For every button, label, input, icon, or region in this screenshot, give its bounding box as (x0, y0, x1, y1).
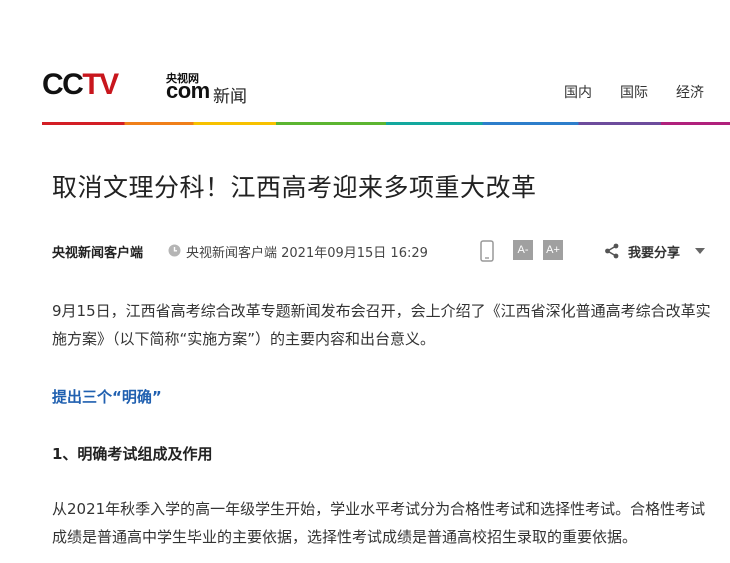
paragraph-intro: 9月15日，江西省高考综合改革专题新闻发布会召开，会上介绍了《江西省深化普通高考… (52, 302, 711, 348)
source-time: 央视新闻客户端 2021年09月15日 16:29 (186, 246, 428, 261)
nav-item-economy[interactable]: 经济 (676, 82, 704, 102)
nav-item-international[interactable]: 国际 (620, 82, 648, 102)
font-larger-button[interactable]: A+ (543, 240, 563, 260)
font-smaller-button[interactable]: A- (513, 240, 533, 260)
top-nav: 国内 国际 经济 军 (564, 82, 730, 102)
chevron-down-icon[interactable] (695, 248, 705, 254)
nav-item-domestic[interactable]: 国内 (564, 82, 592, 102)
logo-news: 新闻 (213, 87, 247, 107)
logo-main: CCTV (42, 68, 119, 101)
clock-icon (168, 244, 181, 257)
section-heading: 1、明确考试组成及作用 (52, 445, 213, 463)
share-icon[interactable] (604, 243, 620, 259)
rainbow-divider (42, 122, 730, 125)
share-button[interactable]: 我要分享 (628, 242, 680, 261)
logo-com: com (166, 78, 210, 103)
section-heading-blue: 提出三个“明确” (52, 388, 162, 406)
article-title: 取消文理分科！江西高考迎来多项重大改革 (52, 173, 537, 202)
site-header: CCTV 央视网 com 新闻 国内 国际 经济 军 (0, 0, 730, 126)
mobile-phone-icon[interactable] (480, 240, 494, 262)
paragraph-detail: 从2021年秋季入学的高一年级学生开始，学业水平考试分为合格性考试和选择性考试。… (52, 500, 706, 546)
source-name[interactable]: 央视新闻客户端 (52, 242, 143, 261)
article-meta: 央视新闻客户端 央视新闻客户端 2021年09月15日 16:29 A- A+ … (52, 240, 712, 264)
